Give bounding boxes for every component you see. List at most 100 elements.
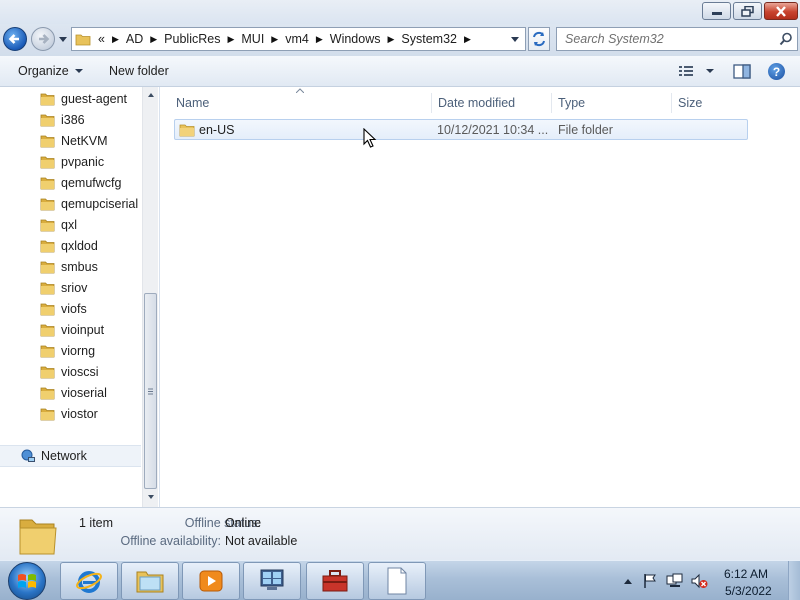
preview-pane-button[interactable] <box>733 64 751 82</box>
clock-date[interactable]: 5/3/2022 <box>725 584 772 598</box>
organize-label: Organize <box>18 64 69 78</box>
taskbar-windows-explorer[interactable] <box>121 562 179 600</box>
nav-item-viofs[interactable]: viofs <box>40 299 87 319</box>
close-button[interactable] <box>764 2 798 20</box>
nav-item-qemupciserial[interactable]: qemupciserial <box>40 194 138 214</box>
network-computer-icon <box>260 569 284 590</box>
folder-icon <box>179 124 195 137</box>
show-hidden-icons-icon[interactable] <box>623 577 633 585</box>
taskbar-media-player[interactable] <box>182 562 240 600</box>
chevron-right-icon[interactable]: ▶ <box>384 34 397 45</box>
nav-item-label: smbus <box>61 260 98 274</box>
search-icon[interactable] <box>779 32 793 46</box>
folder-icon <box>40 303 55 316</box>
breadcrumb-overflow[interactable]: « <box>94 32 109 46</box>
vertical-scrollbar[interactable] <box>142 87 158 507</box>
nav-item-pvpanic[interactable]: pvpanic <box>40 152 104 172</box>
nav-item-qemufwcfg[interactable]: qemufwcfg <box>40 173 121 193</box>
chevron-right-icon[interactable]: ▶ <box>268 34 281 45</box>
file-name: en-US <box>199 123 235 137</box>
taskbar-network-app[interactable] <box>243 562 301 600</box>
scroll-up-button[interactable] <box>143 87 159 103</box>
new-folder-button[interactable]: New folder <box>109 64 169 78</box>
nav-item-qxldod[interactable]: qxldod <box>40 236 98 256</box>
address-dropdown-icon[interactable] <box>509 32 521 46</box>
column-header-type[interactable]: Type <box>552 93 672 113</box>
navigation-pane: guest-agent i386 NetKVM pvpanic qemufwcfg qem… <box>0 87 160 507</box>
nav-item-netkvm[interactable]: NetKVM <box>40 131 108 151</box>
nav-item-i386[interactable]: i386 <box>40 110 85 130</box>
restore-button[interactable] <box>733 2 762 20</box>
mouse-pointer-icon <box>363 128 377 148</box>
taskbar-internet-explorer[interactable] <box>60 562 118 600</box>
nav-item-viostor[interactable]: viostor <box>40 404 98 424</box>
search-box[interactable] <box>556 27 798 51</box>
nav-item-label: sriov <box>61 281 88 295</box>
minimize-button[interactable] <box>702 2 731 20</box>
file-row[interactable]: en-US 10/12/2021 10:34 ... File folder <box>174 119 748 140</box>
taskbar-document[interactable] <box>368 562 426 600</box>
command-bar: Organize New folder ? <box>0 56 800 87</box>
organize-button[interactable]: Organize <box>18 64 85 78</box>
nav-item-label: qxldod <box>61 239 98 253</box>
nav-item-sriov[interactable]: sriov <box>40 278 87 298</box>
nav-item-label: qemupciserial <box>61 197 139 211</box>
nav-item-vioserial[interactable]: vioserial <box>40 383 107 403</box>
preview-pane-icon <box>733 64 751 79</box>
chevron-right-icon[interactable]: ▶ <box>313 34 326 45</box>
offline-status-value: Online <box>225 516 262 530</box>
nav-item-guest-agent[interactable]: guest-agent <box>40 89 127 109</box>
nav-item-viorng[interactable]: viorng <box>40 341 95 361</box>
nav-item-vioinput[interactable]: vioinput <box>40 320 104 340</box>
change-view-button[interactable] <box>678 64 716 78</box>
breadcrumb-system32[interactable]: System32 <box>397 32 461 46</box>
folder-large-icon <box>19 519 57 555</box>
address-row: « ▶ AD ▶ PublicRes ▶ MUI ▶ vm4 ▶ Windows… <box>0 24 800 56</box>
action-center-flag-icon[interactable] <box>642 573 658 589</box>
folder-icon <box>40 114 55 127</box>
search-input[interactable] <box>557 28 775 50</box>
column-header-name[interactable]: Name <box>170 93 432 113</box>
chevron-right-icon[interactable]: ▶ <box>224 34 237 45</box>
help-button[interactable]: ? <box>768 63 785 80</box>
internet-explorer-icon <box>76 571 102 593</box>
nav-item-label: vioscsi <box>61 365 99 379</box>
column-header-date-modified[interactable]: Date modified <box>432 93 552 113</box>
breadcrumb-mui[interactable]: MUI <box>237 32 268 46</box>
breadcrumb-publicres[interactable]: PublicRes <box>160 32 224 46</box>
start-button[interactable] <box>8 562 46 600</box>
nav-item-qxl[interactable]: qxl <box>40 215 77 235</box>
back-button[interactable] <box>3 27 27 51</box>
restore-icon <box>741 5 754 17</box>
new-folder-label: New folder <box>109 64 169 78</box>
folder-icon <box>136 571 164 593</box>
chevron-right-icon[interactable]: ▶ <box>147 34 160 45</box>
breadcrumb-vm4[interactable]: vm4 <box>281 32 313 46</box>
scroll-down-button[interactable] <box>143 489 159 505</box>
nav-item-network[interactable]: Network <box>0 445 141 467</box>
folder-icon <box>40 93 55 106</box>
clock-time[interactable]: 6:12 AM <box>724 567 768 581</box>
network-status-icon[interactable] <box>666 573 684 589</box>
notification-area <box>620 561 800 600</box>
details-pane: 1 item Offline status: Online Offline av… <box>0 507 800 560</box>
recent-pages-chevron-icon[interactable] <box>57 34 69 46</box>
nav-item-vioscsi[interactable]: vioscsi <box>40 362 99 382</box>
chevron-right-icon[interactable]: ▶ <box>461 34 474 45</box>
refresh-button[interactable] <box>528 27 550 51</box>
column-header-size[interactable]: Size <box>672 93 752 113</box>
taskbar-toolbox-app[interactable] <box>306 562 364 600</box>
forward-button[interactable] <box>31 27 55 51</box>
folder-icon <box>40 324 55 337</box>
show-desktop-button[interactable] <box>788 561 800 600</box>
scrollbar-thumb[interactable] <box>144 293 157 489</box>
nav-item-smbus[interactable]: smbus <box>40 257 98 277</box>
folder-icon <box>40 219 55 232</box>
chevron-right-icon[interactable]: ▶ <box>109 34 122 45</box>
breadcrumb-ad[interactable]: AD <box>122 32 147 46</box>
volume-muted-icon[interactable] <box>690 573 708 589</box>
address-bar[interactable]: « ▶ AD ▶ PublicRes ▶ MUI ▶ vm4 ▶ Windows… <box>71 27 526 51</box>
breadcrumb-windows[interactable]: Windows <box>326 32 385 46</box>
minimize-icon <box>711 12 722 15</box>
scroll-down-icon <box>148 495 154 499</box>
